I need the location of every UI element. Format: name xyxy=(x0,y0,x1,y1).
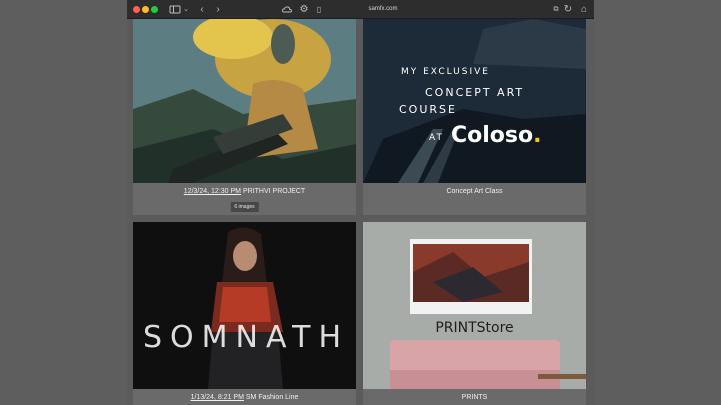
tile-date[interactable]: 12/3/24, 12:30 PM xyxy=(184,188,241,195)
gear-icon[interactable]: ⚙ xyxy=(299,3,309,16)
gallery-tile-prints[interactable]: PRINTStore PRINTS xyxy=(363,222,586,405)
tile-thumbnail[interactable]: SOMNATH xyxy=(133,222,356,389)
home-icon[interactable]: ⌂ xyxy=(578,3,590,16)
translate-icon[interactable]: ⧉ xyxy=(550,3,562,16)
overlay-line1: MY EXCLUSIVE xyxy=(401,67,490,77)
overlay-store: PRINTStore xyxy=(435,320,514,336)
forward-arrow-icon[interactable]: › xyxy=(213,3,223,16)
overlay-at: AT xyxy=(429,133,444,143)
tile-thumbnail[interactable] xyxy=(133,19,356,183)
tile-title: SM Fashion Line xyxy=(245,394,299,401)
gallery-tile-fashion[interactable]: SOMNATH 1/13/24, 8:21 PM SM Fashion Line xyxy=(133,222,356,405)
browser-toolbar: ⌄ ‹ › ⚙ ▯ samfx.com ⧉ ↻ ⌂ xyxy=(127,0,594,19)
cloud-icon[interactable] xyxy=(281,3,293,16)
zoom-window-button[interactable] xyxy=(151,6,158,13)
overlay-word: SOMNATH xyxy=(143,320,350,355)
browser-window: ⌄ ‹ › ⚙ ▯ samfx.com ⧉ ↻ ⌂ 12/3/24, 12:30… xyxy=(127,0,594,405)
tile-caption: 12/3/24, 12:30 PM PRITHVI PROJECT xyxy=(133,188,356,195)
overlay-line2: CONCEPT ART xyxy=(425,86,525,99)
overlay-line3: COURSE xyxy=(399,103,457,116)
tile-title: PRITHVI PROJECT xyxy=(242,188,306,195)
gallery-tile-prithvi[interactable]: 12/3/24, 12:30 PM PRITHVI PROJECT 6 imag… xyxy=(133,19,356,215)
coloso-logo: Coloso. xyxy=(451,123,542,148)
tile-caption: PRINTS xyxy=(363,394,586,401)
tile-title: Concept Art Class xyxy=(446,188,503,195)
sidebar-icon[interactable] xyxy=(169,3,181,16)
tile-date[interactable]: 1/13/24, 8:21 PM xyxy=(191,394,244,401)
reload-icon[interactable]: ↻ xyxy=(563,3,573,16)
close-window-button[interactable] xyxy=(133,6,140,13)
gallery-tile-concept-art[interactable]: MY EXCLUSIVE CONCEPT ART COURSE AT Colos… xyxy=(363,19,586,215)
tile-caption: 1/13/24, 8:21 PM SM Fashion Line xyxy=(133,394,356,401)
tile-title: PRINTS xyxy=(461,394,488,401)
minimize-window-button[interactable] xyxy=(142,6,149,13)
image-count-badge[interactable]: 6 images xyxy=(230,202,259,212)
chevron-down-icon[interactable]: ⌄ xyxy=(182,3,190,16)
address-bar[interactable]: samfx.com xyxy=(323,3,443,16)
back-arrow-icon[interactable]: ‹ xyxy=(197,3,207,16)
tile-thumbnail[interactable]: MY EXCLUSIVE CONCEPT ART COURSE AT Colos… xyxy=(363,19,586,183)
tile-thumbnail[interactable]: PRINTStore xyxy=(363,222,586,389)
tile-caption: Concept Art Class xyxy=(363,188,586,195)
